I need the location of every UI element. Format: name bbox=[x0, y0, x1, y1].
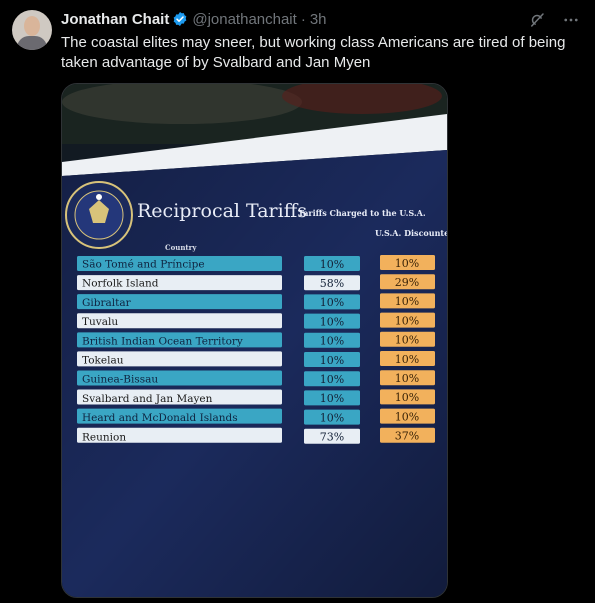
tariff-board-photo: Reciprocal Tariffs Country Tariffs Charg… bbox=[62, 84, 447, 597]
tweet-header: Jonathan Chait @jonathanchait · 3h bbox=[61, 9, 327, 29]
discounted-value: 10% bbox=[395, 334, 419, 347]
tweet-actions-top bbox=[527, 10, 581, 30]
avatar[interactable] bbox=[12, 10, 52, 50]
discounted-value: 29% bbox=[395, 276, 419, 289]
discounted-value: 10% bbox=[395, 391, 419, 404]
tariff-row: Tokelau 10% 10% bbox=[77, 351, 435, 367]
charged-value: 10% bbox=[320, 258, 344, 271]
country-name: Heard and McDonald Islands bbox=[82, 412, 238, 424]
charged-value: 10% bbox=[320, 335, 344, 348]
discounted-value: 37% bbox=[395, 430, 419, 443]
tweet-media-photo[interactable]: Reciprocal Tariffs Country Tariffs Charg… bbox=[61, 83, 448, 598]
author-handle[interactable]: @jonathanchait bbox=[192, 11, 296, 28]
grok-icon[interactable] bbox=[527, 10, 547, 30]
discounted-value: 10% bbox=[395, 295, 419, 308]
discounted-value: 10% bbox=[395, 353, 419, 366]
tariff-row: São Tomé and Príncipe 10% 10% bbox=[77, 255, 435, 271]
avatar-face bbox=[24, 16, 40, 36]
tariff-row: Guinea-Bissau 10% 10% bbox=[77, 370, 435, 387]
charged-value: 73% bbox=[320, 431, 344, 444]
author-name[interactable]: Jonathan Chait bbox=[61, 11, 169, 28]
col-discounted-header: U.S.A. Discounted Reciprocal Tariffs bbox=[375, 228, 447, 238]
tariff-row: Svalbard and Jan Mayen 10% 10% bbox=[77, 389, 435, 406]
charged-value: 10% bbox=[320, 373, 344, 386]
country-name: Svalbard and Jan Mayen bbox=[82, 393, 213, 405]
charged-value: 10% bbox=[320, 411, 344, 424]
discounted-value: 10% bbox=[395, 372, 419, 385]
tariff-row: Tuvalu 10% 10% bbox=[77, 312, 435, 329]
country-name: British Indian Ocean Territory bbox=[82, 335, 243, 347]
col-country-header: Country bbox=[165, 243, 197, 252]
col-charged-header: Tariffs Charged to the U.S.A. bbox=[298, 208, 426, 218]
charged-value: 10% bbox=[320, 392, 344, 405]
charged-value: 10% bbox=[320, 354, 344, 367]
country-name: Reunion bbox=[82, 431, 126, 443]
presidential-seal bbox=[65, 181, 133, 249]
charged-value: 10% bbox=[320, 315, 344, 328]
country-name: São Tomé and Príncipe bbox=[82, 259, 205, 271]
charged-value: 58% bbox=[320, 277, 344, 290]
country-name: Gibraltar bbox=[82, 297, 132, 309]
tariff-row: British Indian Ocean Territory 10% 10% bbox=[77, 331, 435, 348]
tariff-row: Heard and McDonald Islands 10% 10% bbox=[77, 408, 435, 425]
tweet-text: The coastal elites may sneer, but workin… bbox=[61, 34, 566, 71]
tariff-row: Norfolk Island 58% 29% bbox=[77, 274, 435, 291]
discounted-value: 10% bbox=[395, 257, 419, 270]
tariff-row: Gibraltar 10% 10% bbox=[77, 293, 435, 310]
country-name: Tokelau bbox=[82, 355, 124, 367]
country-name: Tuvalu bbox=[82, 316, 118, 328]
more-icon[interactable] bbox=[561, 10, 581, 30]
country-name: Norfolk Island bbox=[82, 278, 159, 290]
tweet[interactable]: Jonathan Chait @jonathanchait · 3h The c… bbox=[0, 0, 595, 603]
charged-value: 10% bbox=[320, 296, 344, 309]
timestamp[interactable]: 3h bbox=[310, 11, 327, 28]
verified-badge-icon[interactable] bbox=[172, 11, 188, 27]
board-title: Reciprocal Tariffs bbox=[137, 200, 307, 222]
separator-dot: · bbox=[300, 10, 306, 28]
avatar-shoulders bbox=[17, 36, 47, 50]
discounted-value: 10% bbox=[395, 314, 419, 327]
tariff-row: Reunion 73% 37% bbox=[77, 427, 435, 444]
discounted-value: 10% bbox=[395, 410, 419, 423]
country-name: Guinea-Bissau bbox=[82, 374, 158, 386]
